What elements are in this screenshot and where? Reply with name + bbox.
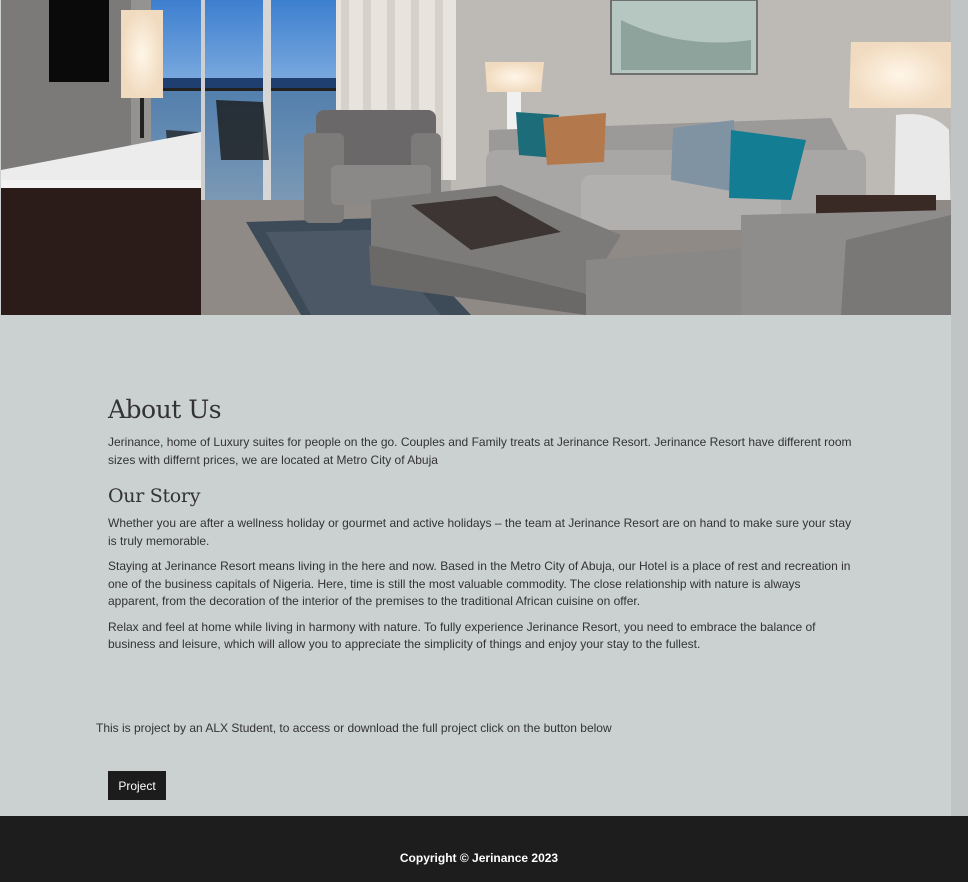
right-edge-strip — [951, 0, 968, 816]
story-paragraph-2: Staying at Jerinance Resort means living… — [108, 559, 851, 608]
hero-image — [1, 0, 951, 315]
story-paragraph-1: Whether you are after a wellness holiday… — [108, 516, 852, 548]
story-title: Our Story — [108, 485, 201, 507]
footer-copyright: Copyright © Jerinance 2023 — [399, 851, 559, 865]
project-note: This is project by an ALX Student, to ac… — [96, 721, 612, 735]
project-button[interactable]: Project — [108, 771, 166, 800]
living-room-suite-photo — [1, 0, 951, 315]
about-section: About Us Jerinance, home of Luxury suite… — [108, 395, 853, 662]
footer: Copyright © Jerinance 2023 — [0, 816, 968, 882]
about-title: About Us — [108, 395, 222, 424]
story-paragraph-3: Relax and feel at home while living in h… — [108, 619, 816, 652]
about-intro: Jerinance, home of Luxury suites for peo… — [108, 435, 852, 467]
